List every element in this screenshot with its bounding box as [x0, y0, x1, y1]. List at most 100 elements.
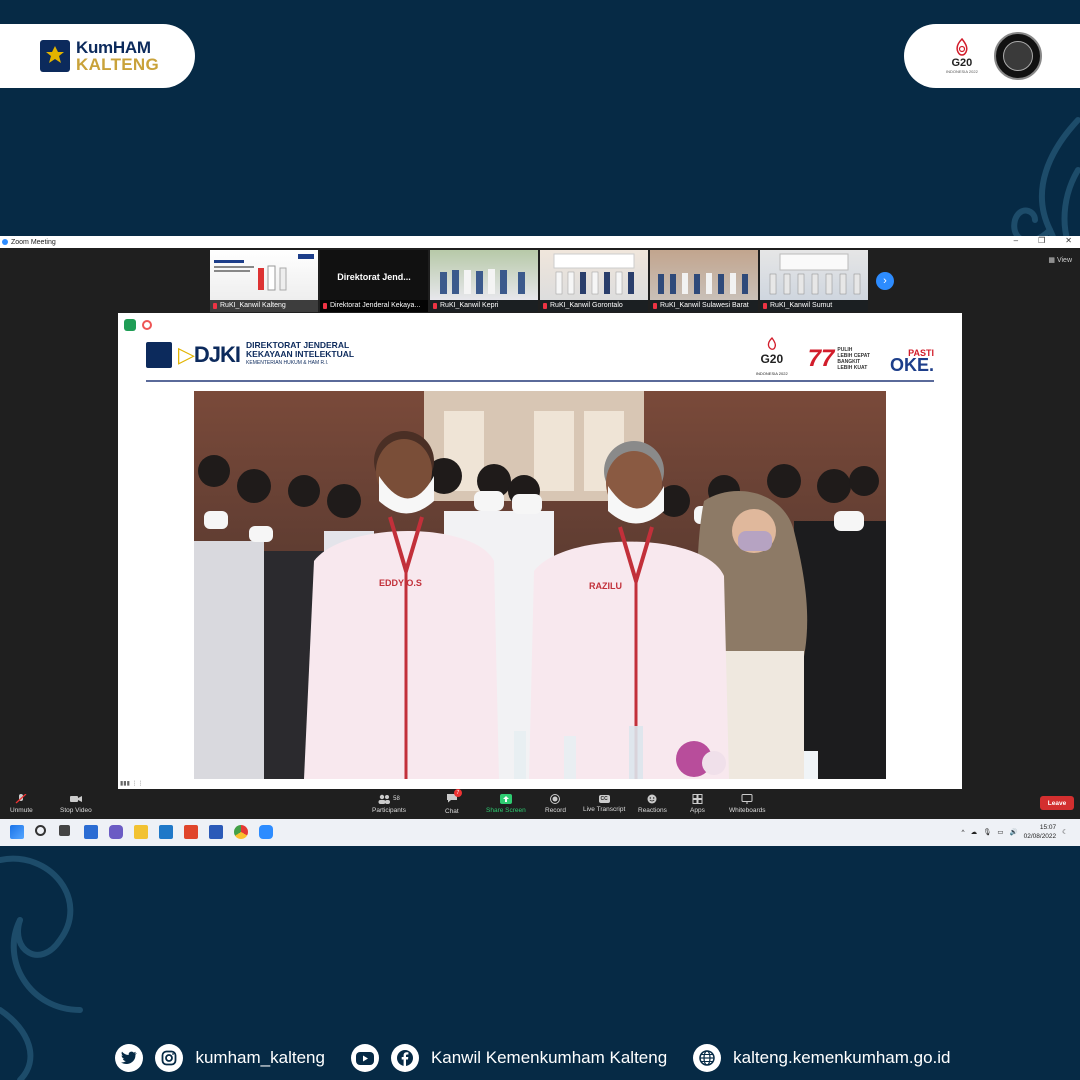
facebook-page-name[interactable]: Kanwil Kemenkumham Kalteng — [431, 1048, 667, 1068]
windows-start-icon[interactable] — [10, 825, 24, 839]
muted-microphone-icon — [15, 794, 27, 804]
thumbnail-label: Direktorat Jenderal Kekaya... — [320, 300, 428, 312]
volume-icon[interactable]: 🔊 — [1010, 828, 1018, 836]
oke-text: OKE. — [889, 354, 934, 375]
whiteboards-button[interactable]: Whiteboards — [729, 794, 766, 814]
participants-label: Participants — [372, 807, 406, 814]
minimize-icon[interactable]: – — [1014, 236, 1018, 245]
facebook-icon[interactable] — [390, 1044, 419, 1072]
org-line3: KEMENTERIAN HUKUM & HAM R.I. — [246, 360, 329, 366]
closed-caption-icon: CC — [598, 795, 610, 803]
participant-thumbnail[interactable]: RuKI_Kanwil Kalteng — [210, 250, 318, 312]
stop-video-label: Stop Video — [60, 807, 92, 814]
shared-screen: ▷DJKI DIREKTORAT JENDERAL KEKAYAAN INTEL… — [118, 313, 962, 789]
stop-video-button[interactable]: Stop Video — [60, 794, 92, 814]
shirt-name-right: RAZILU — [589, 581, 622, 591]
instagram-handle[interactable]: kumham_kalteng — [195, 1048, 324, 1068]
participant-thumbnail[interactable]: RuKI_Kanwil Gorontalo — [540, 250, 648, 312]
participant-thumbnail[interactable]: RuKI_Kanwil Sumut — [760, 250, 868, 312]
header-brand-pill: KumHAM KALTENG — [0, 24, 195, 88]
tray-chevron-up-icon[interactable]: ^ — [962, 829, 965, 836]
system-tray: ^ ☁ 🎙 ▭ 🔊 15:07 02/08/2022 ☾ — [962, 823, 1068, 841]
chrome-icon[interactable] — [234, 825, 248, 839]
live-transcript-button[interactable]: CC Live Transcript — [583, 795, 625, 813]
zoom-toolbar: Unmute Stop Video 58 Participants 7 Chat… — [0, 789, 1080, 819]
task-view-icon[interactable] — [59, 825, 70, 836]
share-screen-button[interactable]: Share Screen — [486, 794, 526, 814]
view-button[interactable]: ▦ View — [1048, 256, 1072, 264]
thumbnail-label: RuKI_Kanwil Kepri — [430, 300, 538, 312]
restore-icon[interactable]: ❐ — [1038, 236, 1045, 245]
thumbnail-label: RuKI_Kanwil Kalteng — [210, 300, 318, 312]
shirt-name-left: EDDY O.S — [379, 578, 422, 588]
header-logos-pill: G20 INDONESIA 2022 — [904, 24, 1080, 88]
participant-thumbnail[interactable]: RuKI_Kanwil Kepri — [430, 250, 538, 312]
record-label: Record — [545, 807, 566, 814]
microphone-icon[interactable]: 🎙 — [983, 828, 991, 836]
office-icon[interactable] — [184, 825, 198, 839]
apps-grid-icon — [692, 794, 703, 804]
apps-button[interactable]: Apps — [690, 794, 705, 814]
word-icon[interactable] — [209, 825, 223, 839]
g20-logo: G20 INDONESIA 2022 — [946, 38, 978, 74]
video-camera-icon — [69, 796, 82, 802]
kemenkumham-emblem-icon — [40, 40, 70, 72]
monitor-icon[interactable]: ▭ — [997, 828, 1003, 836]
participant-thumbnail[interactable]: RuKI_Kanwil Sulawesi Barat — [650, 250, 758, 312]
notepad-icon[interactable] — [159, 825, 173, 839]
whiteboard-icon — [741, 794, 753, 804]
participant-thumbnail[interactable]: Direktorat Jend... Direktorat Jenderal K… — [320, 250, 428, 312]
widgets-icon[interactable] — [84, 825, 98, 839]
clock-time: 15:07 — [1039, 824, 1057, 831]
website-url[interactable]: kalteng.kemenkumham.go.id — [733, 1048, 950, 1068]
taskbar-clock[interactable]: 15:07 02/08/2022 — [1024, 823, 1057, 841]
reactions-button[interactable]: Reactions — [638, 794, 667, 814]
participant-display-name: Direktorat Jend... — [337, 272, 411, 282]
brand-wordmark: KumHAM KALTENG — [76, 39, 159, 73]
close-icon[interactable]: ✕ — [1065, 236, 1072, 245]
share-screen-label: Share Screen — [486, 807, 526, 814]
chat-button[interactable]: 7 Chat — [445, 789, 462, 815]
instagram-icon[interactable] — [155, 1044, 184, 1072]
security-shield-icon[interactable] — [124, 319, 136, 331]
g20-text: G20 — [951, 57, 973, 69]
reactions-smiley-icon — [647, 794, 657, 804]
org-line2: KEKAYAAN INTELEKTUAL — [246, 349, 355, 359]
ri77-line4: LEBIH KUAT — [837, 364, 868, 371]
recording-indicator-icon — [142, 320, 152, 330]
grid-icon: ▦ — [1048, 257, 1055, 264]
unmute-label: Unmute — [10, 807, 33, 814]
notification-moon-icon[interactable]: ☾ — [1062, 828, 1068, 836]
share-screen-icon — [499, 794, 512, 804]
globe-icon[interactable] — [693, 1044, 722, 1072]
view-label: View — [1056, 257, 1072, 264]
participants-button[interactable]: 58 Participants — [372, 794, 406, 814]
zoom-taskbar-icon[interactable] — [259, 825, 273, 839]
whiteboards-label: Whiteboards — [729, 807, 766, 814]
slide-divider — [146, 380, 934, 382]
brand-line1: KumHAM — [76, 38, 151, 57]
kemenkumham-emblem-icon — [146, 341, 172, 368]
reactions-label: Reactions — [638, 807, 667, 814]
leave-button[interactable]: Leave — [1040, 796, 1074, 810]
slide-g20-text: G20 — [760, 352, 784, 366]
youtube-icon[interactable] — [350, 1044, 379, 1072]
cloud-icon[interactable]: ☁ — [971, 828, 978, 836]
chat-badge: 7 — [453, 789, 462, 797]
unmute-button[interactable]: Unmute — [10, 794, 33, 814]
teams-chat-icon[interactable] — [109, 825, 123, 839]
participants-count: 58 — [393, 796, 400, 802]
participant-strip: RuKI_Kanwil Kalteng Direktorat Jend... D… — [210, 250, 868, 312]
search-icon[interactable] — [35, 825, 46, 836]
connection-signal-icon[interactable]: ▮▮▮ ⋮⋮ — [120, 780, 144, 787]
ri77-number: 77 — [807, 344, 835, 372]
window-title: Zoom Meeting — [11, 238, 56, 246]
strip-next-chevron-icon[interactable]: › — [876, 272, 894, 290]
twitter-icon[interactable] — [115, 1044, 144, 1072]
djki-org-name: DIREKTORAT JENDERAL KEKAYAAN INTELEKTUAL… — [246, 341, 354, 368]
file-explorer-icon[interactable] — [134, 825, 148, 839]
g20-flame-icon — [767, 337, 776, 350]
participants-icon — [378, 794, 391, 804]
ri77-logo: 77 PULIH LEBIH CEPAT BANGKIT LEBIH KUAT — [808, 345, 870, 373]
record-button[interactable]: Record — [545, 794, 566, 814]
